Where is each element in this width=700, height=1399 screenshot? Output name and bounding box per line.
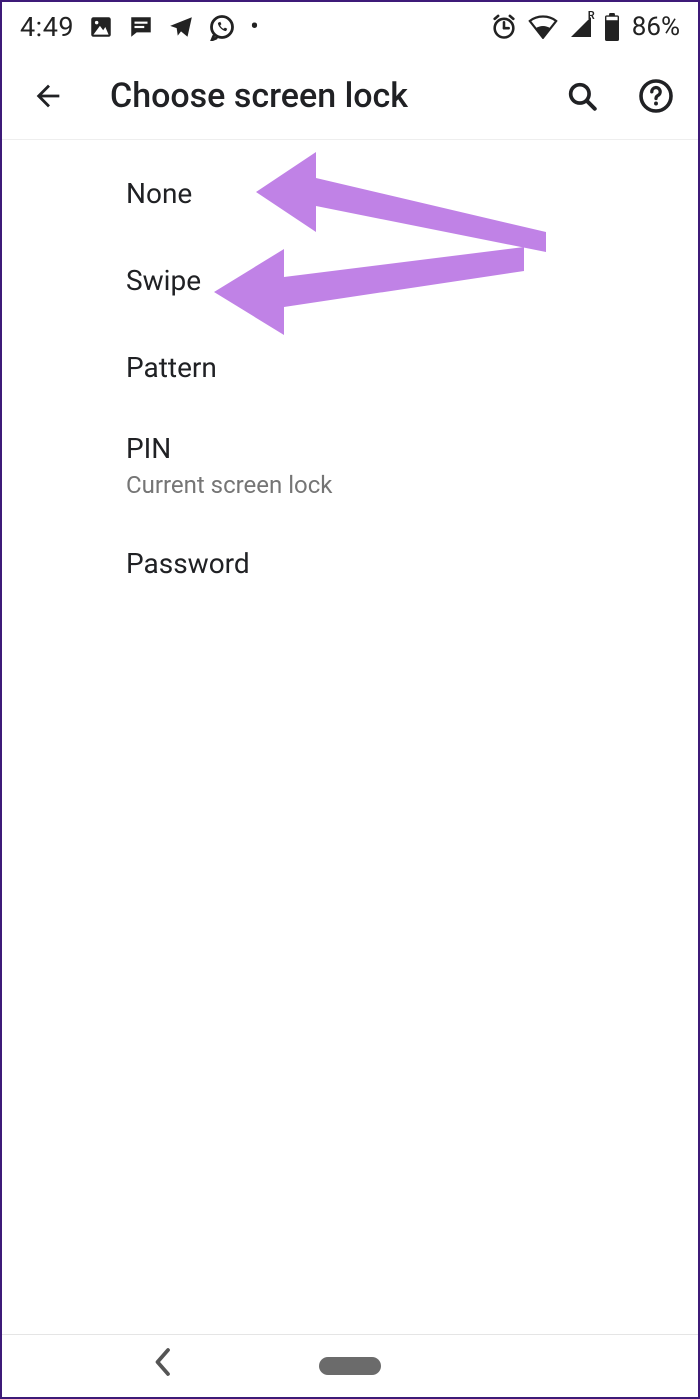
telegram-icon: [168, 14, 194, 40]
search-icon: [565, 79, 599, 113]
message-icon: [128, 14, 154, 40]
more-notifications-dot: •: [250, 14, 259, 40]
system-nav-bar: [2, 1341, 698, 1391]
option-label: Pattern: [126, 350, 674, 385]
option-pin[interactable]: PIN Current screen lock: [2, 411, 698, 520]
cell-signal-icon: R: [568, 15, 594, 39]
option-label: Password: [126, 546, 674, 581]
nav-home-pill[interactable]: [319, 1357, 381, 1375]
roaming-indicator: R: [588, 9, 595, 22]
page-title: Choose screen lock: [110, 76, 408, 116]
status-bar: 4:49 • R 86%: [2, 2, 698, 52]
option-label: PIN: [126, 431, 674, 466]
option-pattern[interactable]: Pattern: [2, 324, 698, 411]
battery-percentage: 86%: [632, 12, 680, 42]
status-right: R 86%: [490, 12, 680, 42]
option-subtitle: Current screen lock: [126, 470, 674, 500]
app-bar: Choose screen lock: [2, 52, 698, 140]
status-left: 4:49 •: [20, 11, 259, 43]
help-icon: [638, 78, 674, 114]
battery-icon: [604, 13, 620, 41]
option-swipe[interactable]: Swipe: [2, 237, 698, 324]
app-bar-actions: [560, 74, 678, 118]
option-none[interactable]: None: [2, 150, 698, 237]
back-button[interactable]: [26, 74, 70, 118]
option-label: Swipe: [126, 263, 674, 298]
status-time: 4:49: [20, 11, 74, 43]
arrow-back-icon: [31, 79, 65, 113]
help-button[interactable]: [634, 74, 678, 118]
alarm-icon: [490, 13, 518, 41]
bottom-separator: [2, 1334, 698, 1335]
nav-back-button[interactable]: [152, 1347, 172, 1385]
whatsapp-icon: [208, 13, 236, 41]
chevron-left-icon: [152, 1347, 172, 1377]
search-button[interactable]: [560, 74, 604, 118]
option-password[interactable]: Password: [2, 520, 698, 607]
option-label: None: [126, 176, 674, 211]
wifi-icon: [528, 15, 558, 39]
screen-lock-options: None Swipe Pattern PIN Current screen lo…: [2, 140, 698, 607]
image-icon: [88, 14, 114, 40]
